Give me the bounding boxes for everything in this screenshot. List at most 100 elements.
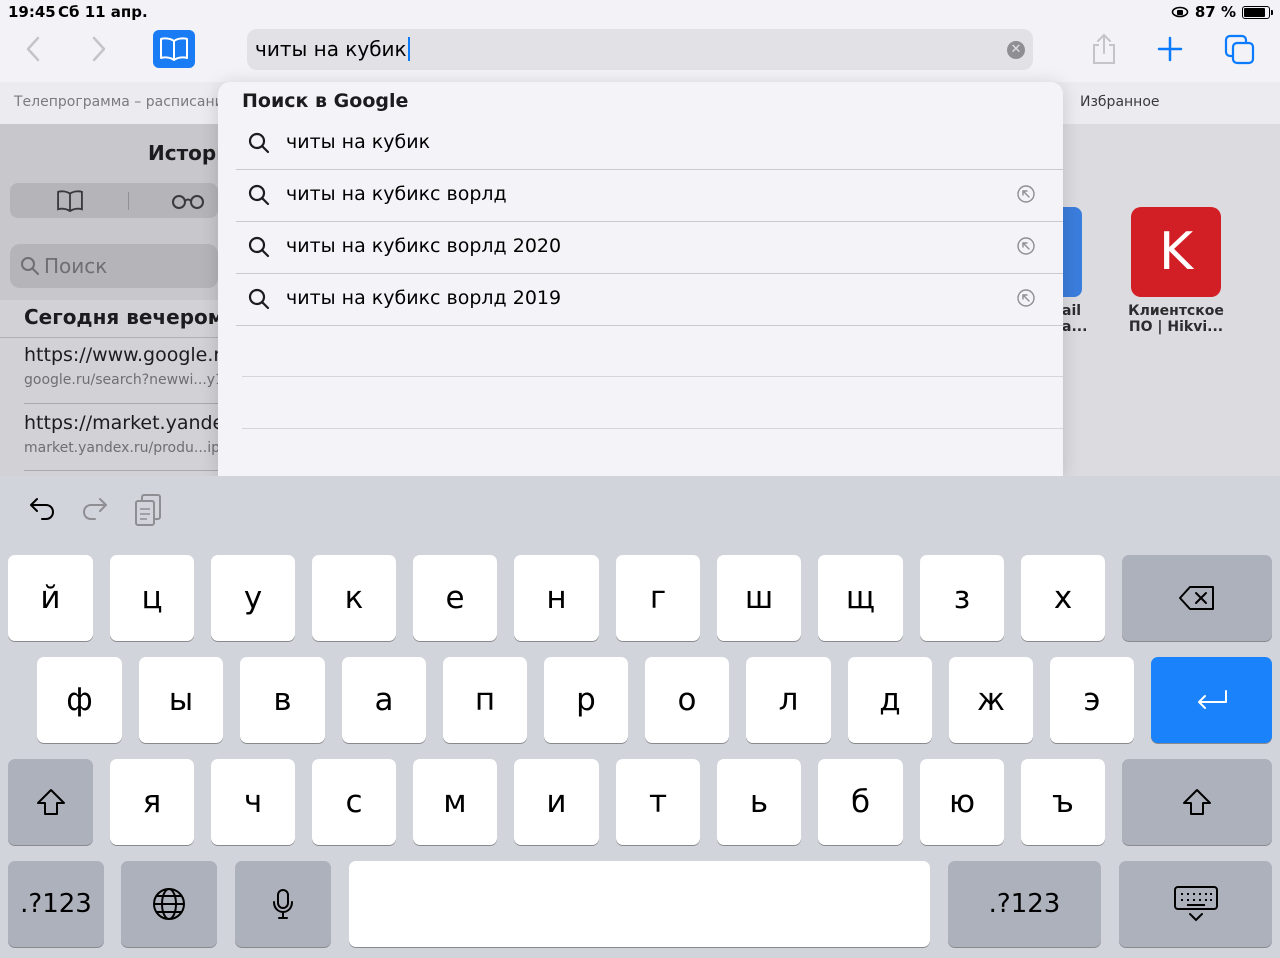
favorite-tile[interactable] — [1062, 207, 1082, 297]
reading-list-icon — [172, 195, 204, 209]
suggestion-text: читы на кубикс ворлд — [286, 183, 507, 205]
address-input[interactable]: читы на кубик — [255, 37, 410, 61]
key-щ[interactable]: щ — [818, 555, 903, 641]
fill-arrow-icon[interactable] — [1017, 237, 1035, 255]
key-з[interactable]: з — [920, 555, 1004, 641]
favorite-label: ail a... — [1062, 303, 1088, 335]
divider — [0, 337, 218, 338]
search-icon — [21, 257, 39, 275]
key-я[interactable]: я — [110, 759, 194, 845]
bookmarks-button[interactable] — [153, 30, 195, 68]
suggestion-text: читы на кубикс ворлд 2020 — [286, 235, 562, 257]
key-р[interactable]: р — [544, 657, 628, 743]
key-ц[interactable]: ц — [110, 555, 194, 641]
key-ь[interactable]: ь — [717, 759, 801, 845]
sidebar-search-field[interactable] — [10, 244, 218, 288]
key-у[interactable]: у — [211, 555, 295, 641]
return-key[interactable] — [1151, 657, 1272, 743]
history-item-url: google.ru/search?newwi...y13 — [24, 372, 233, 388]
key-ы[interactable]: ы — [139, 657, 223, 743]
history-section-header: Сегодня вечером — [24, 305, 225, 329]
dismiss-keyboard-key[interactable] — [1119, 861, 1272, 947]
key-ш[interactable]: ш — [717, 555, 801, 641]
favorite-label-hikvision: Клиентское ПО | Hikvi... — [1128, 303, 1224, 335]
book-icon — [160, 37, 188, 61]
key-г[interactable]: г — [616, 555, 700, 641]
key-п[interactable]: п — [443, 657, 527, 743]
chevron-left-icon — [26, 36, 40, 62]
key-в[interactable]: в — [240, 657, 325, 743]
new-tab-button[interactable] — [1157, 36, 1183, 66]
back-button[interactable] — [18, 34, 48, 64]
divider — [242, 376, 1063, 377]
key-е[interactable]: е — [413, 555, 497, 641]
globe-key[interactable] — [121, 861, 217, 947]
keyboard-dismiss-icon — [1173, 886, 1218, 922]
delete-key[interactable] — [1122, 555, 1272, 641]
status-date: Сб 11 апр. — [58, 3, 148, 21]
suggestion-item[interactable]: читы на кубик — [236, 117, 1063, 170]
suggestion-text: читы на кубикс ворлд 2019 — [286, 287, 562, 309]
undo-icon — [30, 498, 54, 520]
history-item-url: market.yandex.ru/produ...ippi — [24, 440, 233, 456]
shift-key-left[interactable] — [8, 759, 93, 845]
status-indicators: 87 % — [1171, 3, 1273, 21]
suggestion-item[interactable]: читы на кубикс ворлд — [236, 169, 1063, 222]
key-т[interactable]: т — [616, 759, 700, 845]
shift-key-right[interactable] — [1122, 759, 1272, 845]
rotation-lock-icon — [1171, 6, 1189, 18]
redo-button[interactable] — [81, 493, 109, 525]
battery-percent: 87 % — [1194, 3, 1236, 21]
tabs-icon — [1224, 34, 1255, 65]
suggestion-item[interactable]: читы на кубикс ворлд 2020 — [236, 221, 1063, 274]
space-key[interactable] — [349, 861, 930, 947]
fill-arrow-icon[interactable] — [1017, 289, 1035, 307]
divider — [242, 428, 1063, 429]
paste-button[interactable] — [134, 493, 162, 531]
key-д[interactable]: д — [848, 657, 932, 743]
share-icon — [1093, 33, 1115, 64]
globe-icon — [153, 888, 185, 920]
status-time: 19:45 — [8, 3, 56, 21]
key-й[interactable]: й — [8, 555, 93, 641]
clear-icon[interactable]: ✕ — [1007, 41, 1025, 59]
text-caret — [407, 37, 410, 61]
battery-icon — [1242, 5, 1273, 19]
key-ж[interactable]: ж — [949, 657, 1033, 743]
undo-button[interactable] — [28, 493, 56, 525]
key-э[interactable]: э — [1050, 657, 1134, 743]
sidebar-segmented-control[interactable] — [10, 183, 218, 218]
key-х[interactable]: х — [1021, 555, 1105, 641]
share-button[interactable] — [1090, 33, 1118, 69]
history-item-title[interactable]: https://market.yandex — [24, 412, 235, 434]
key-ю[interactable]: ю — [920, 759, 1004, 845]
key-и[interactable]: и — [514, 759, 599, 845]
key-ч[interactable]: ч — [211, 759, 295, 845]
fill-arrow-icon[interactable] — [1017, 185, 1035, 203]
favorite-tile-hikvision[interactable]: K — [1131, 207, 1221, 297]
address-bar[interactable]: читы на кубик ✕ — [247, 29, 1033, 70]
key-а[interactable]: а — [342, 657, 426, 743]
chevron-right-icon — [92, 36, 106, 62]
address-value: читы на кубик — [255, 37, 407, 61]
key-м[interactable]: м — [413, 759, 497, 845]
tabs-button[interactable] — [1224, 34, 1256, 70]
numbers-key-right[interactable]: .?123 — [948, 861, 1101, 947]
dictation-key[interactable] — [235, 861, 331, 947]
key-ъ[interactable]: ъ — [1021, 759, 1105, 845]
history-item-title[interactable]: https://www.google.ru — [24, 344, 233, 366]
key-о[interactable]: о — [645, 657, 729, 743]
tab-tv-program[interactable]: Телепрограмма – расписани — [14, 94, 224, 110]
forward-button[interactable] — [84, 34, 114, 64]
key-к[interactable]: к — [312, 555, 396, 641]
key-б[interactable]: б — [818, 759, 903, 845]
key-л[interactable]: л — [746, 657, 831, 743]
search-icon — [248, 236, 270, 258]
suggestion-item[interactable]: читы на кубикс ворлд 2019 — [236, 273, 1063, 326]
numbers-key-left[interactable]: .?123 — [8, 861, 104, 947]
key-н[interactable]: н — [514, 555, 599, 641]
tab-favorites[interactable]: Избранное — [1080, 94, 1160, 110]
key-с[interactable]: с — [312, 759, 396, 845]
search-suggestions-popover: Поиск в Google читы на кубик читы на куб… — [218, 82, 1063, 476]
key-ф[interactable]: ф — [37, 657, 122, 743]
